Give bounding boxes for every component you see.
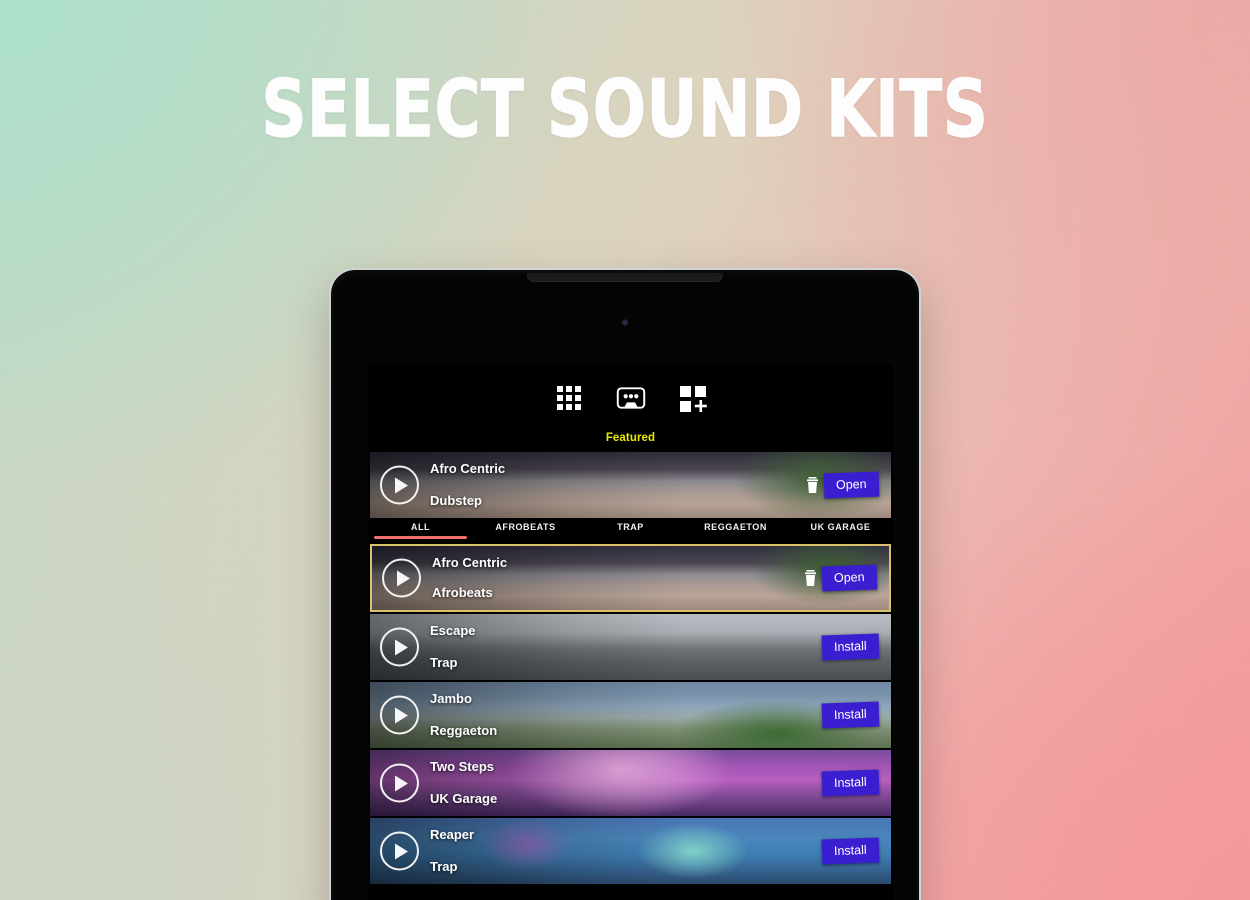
kit-title: Jambo bbox=[430, 691, 472, 706]
install-button[interactable]: Install bbox=[821, 633, 880, 661]
play-button[interactable] bbox=[382, 558, 421, 598]
kit-genre: Dubstep bbox=[430, 493, 482, 508]
play-triangle-icon bbox=[395, 775, 408, 791]
featured-label: Featured bbox=[605, 432, 656, 444]
kit-genre: Trap bbox=[430, 655, 458, 670]
play-triangle-icon bbox=[395, 843, 408, 859]
delete-icon[interactable] bbox=[806, 477, 819, 493]
kit-row-escape[interactable]: Escape Trap Install bbox=[370, 614, 891, 680]
tablet-device-frame: Featured Afro Centric Dubstep Open ALL A… bbox=[329, 268, 921, 900]
open-button[interactable]: Open bbox=[823, 471, 880, 499]
play-button[interactable] bbox=[380, 465, 419, 505]
app-screen: Featured Afro Centric Dubstep Open ALL A… bbox=[368, 364, 893, 900]
kit-genre: Trap bbox=[430, 859, 458, 874]
kit-title: Afro Centric bbox=[430, 461, 506, 476]
tab-trap[interactable]: TRAP bbox=[578, 522, 683, 539]
play-triangle-icon bbox=[395, 639, 408, 655]
play-triangle-icon bbox=[395, 477, 408, 493]
install-button[interactable]: Install bbox=[821, 701, 880, 729]
open-button[interactable]: Open bbox=[821, 564, 878, 592]
device-notch bbox=[527, 273, 723, 282]
kit-genre: Reggaeton bbox=[430, 723, 498, 738]
kit-list: Afro Centric Afrobeats Open Escape Trap … bbox=[368, 544, 893, 884]
install-button[interactable]: Install bbox=[821, 837, 880, 865]
tab-all[interactable]: ALL bbox=[368, 522, 473, 539]
tab-afrobeats[interactable]: AFROBEATS bbox=[473, 522, 578, 539]
grid-icon[interactable] bbox=[554, 383, 584, 413]
genre-tabs: ALL AFROBEATS TRAP REGGAETON UK GARAGE bbox=[368, 518, 893, 544]
play-button[interactable] bbox=[380, 695, 419, 735]
cassette-icon[interactable] bbox=[616, 383, 646, 413]
tab-reggaeton[interactable]: REGGAETON bbox=[683, 522, 788, 539]
kit-row-jambo[interactable]: Jambo Reggaeton Install bbox=[370, 682, 891, 748]
add-kit-icon[interactable] bbox=[678, 383, 708, 413]
kit-row-two-steps[interactable]: Two Steps UK Garage Install bbox=[370, 750, 891, 816]
tab-uk-garage[interactable]: UK GARAGE bbox=[788, 522, 893, 539]
kit-title: Escape bbox=[430, 623, 476, 638]
front-camera-icon bbox=[622, 320, 628, 325]
app-toolbar bbox=[368, 364, 893, 432]
play-button[interactable] bbox=[380, 763, 419, 803]
kit-title: Reaper bbox=[430, 827, 475, 842]
featured-kit-card[interactable]: Afro Centric Dubstep Open bbox=[370, 452, 891, 518]
install-button[interactable]: Install bbox=[821, 769, 880, 797]
kit-row-afro-centric[interactable]: Afro Centric Afrobeats Open bbox=[370, 544, 891, 612]
kit-genre: Afrobeats bbox=[432, 585, 493, 600]
play-triangle-icon bbox=[397, 570, 410, 586]
kit-row-reaper[interactable]: Reaper Trap Install bbox=[370, 818, 891, 884]
page-title: SELECT SOUND KITS bbox=[261, 65, 989, 155]
play-button[interactable] bbox=[380, 627, 419, 667]
tablet-bezel: Featured Afro Centric Dubstep Open ALL A… bbox=[334, 273, 916, 900]
play-button[interactable] bbox=[380, 831, 419, 871]
kit-title: Two Steps bbox=[430, 759, 495, 774]
play-triangle-icon bbox=[395, 707, 408, 723]
kit-title: Afro Centric bbox=[432, 555, 508, 570]
kit-genre: UK Garage bbox=[430, 791, 498, 806]
delete-icon[interactable] bbox=[804, 570, 817, 586]
